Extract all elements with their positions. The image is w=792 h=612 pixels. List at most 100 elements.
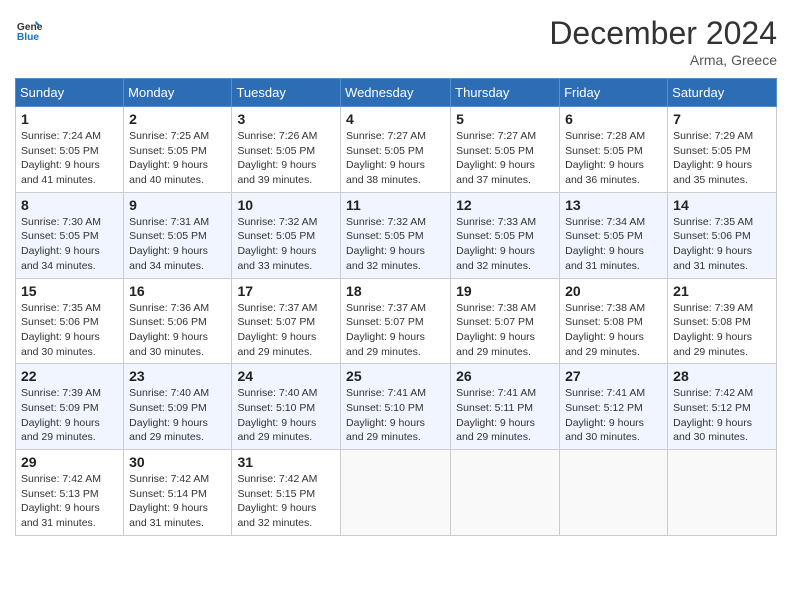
day-number: 27 xyxy=(565,368,662,384)
day-number: 9 xyxy=(129,197,226,213)
table-row: 26 Sunrise: 7:41 AMSunset: 5:11 PMDaylig… xyxy=(451,364,560,450)
day-info: Sunrise: 7:27 AMSunset: 5:05 PMDaylight:… xyxy=(346,130,426,186)
table-row: 6 Sunrise: 7:28 AMSunset: 5:05 PMDayligh… xyxy=(560,107,668,193)
header-tuesday: Tuesday xyxy=(232,79,341,107)
day-info: Sunrise: 7:36 AMSunset: 5:06 PMDaylight:… xyxy=(129,302,209,358)
table-row: 19 Sunrise: 7:38 AMSunset: 5:07 PMDaylig… xyxy=(451,278,560,364)
logo-icon: General Blue xyxy=(15,15,43,43)
day-info: Sunrise: 7:32 AMSunset: 5:05 PMDaylight:… xyxy=(346,216,426,272)
day-info: Sunrise: 7:30 AMSunset: 5:05 PMDaylight:… xyxy=(21,216,101,272)
table-row: 31 Sunrise: 7:42 AMSunset: 5:15 PMDaylig… xyxy=(232,450,341,536)
day-info: Sunrise: 7:35 AMSunset: 5:06 PMDaylight:… xyxy=(673,216,753,272)
day-info: Sunrise: 7:41 AMSunset: 5:11 PMDaylight:… xyxy=(456,387,536,443)
table-row: 14 Sunrise: 7:35 AMSunset: 5:06 PMDaylig… xyxy=(668,192,777,278)
table-row: 18 Sunrise: 7:37 AMSunset: 5:07 PMDaylig… xyxy=(341,278,451,364)
weekday-header-row: Sunday Monday Tuesday Wednesday Thursday… xyxy=(16,79,777,107)
day-info: Sunrise: 7:31 AMSunset: 5:05 PMDaylight:… xyxy=(129,216,209,272)
day-number: 16 xyxy=(129,283,226,299)
table-row: 10 Sunrise: 7:32 AMSunset: 5:05 PMDaylig… xyxy=(232,192,341,278)
day-number: 15 xyxy=(21,283,118,299)
day-number: 25 xyxy=(346,368,445,384)
table-row: 11 Sunrise: 7:32 AMSunset: 5:05 PMDaylig… xyxy=(341,192,451,278)
day-info: Sunrise: 7:40 AMSunset: 5:10 PMDaylight:… xyxy=(237,387,317,443)
day-number: 21 xyxy=(673,283,771,299)
table-row: 3 Sunrise: 7:26 AMSunset: 5:05 PMDayligh… xyxy=(232,107,341,193)
table-row: 20 Sunrise: 7:38 AMSunset: 5:08 PMDaylig… xyxy=(560,278,668,364)
title-block: December 2024 Arma, Greece xyxy=(549,15,777,68)
day-info: Sunrise: 7:41 AMSunset: 5:12 PMDaylight:… xyxy=(565,387,645,443)
day-info: Sunrise: 7:27 AMSunset: 5:05 PMDaylight:… xyxy=(456,130,536,186)
day-number: 20 xyxy=(565,283,662,299)
day-number: 13 xyxy=(565,197,662,213)
day-info: Sunrise: 7:41 AMSunset: 5:10 PMDaylight:… xyxy=(346,387,426,443)
day-info: Sunrise: 7:38 AMSunset: 5:08 PMDaylight:… xyxy=(565,302,645,358)
header-monday: Monday xyxy=(124,79,232,107)
table-row xyxy=(341,450,451,536)
day-number: 23 xyxy=(129,368,226,384)
day-info: Sunrise: 7:33 AMSunset: 5:05 PMDaylight:… xyxy=(456,216,536,272)
day-info: Sunrise: 7:35 AMSunset: 5:06 PMDaylight:… xyxy=(21,302,101,358)
day-info: Sunrise: 7:39 AMSunset: 5:09 PMDaylight:… xyxy=(21,387,101,443)
table-row: 5 Sunrise: 7:27 AMSunset: 5:05 PMDayligh… xyxy=(451,107,560,193)
table-row: 22 Sunrise: 7:39 AMSunset: 5:09 PMDaylig… xyxy=(16,364,124,450)
day-number: 10 xyxy=(237,197,335,213)
day-number: 14 xyxy=(673,197,771,213)
day-number: 5 xyxy=(456,111,554,127)
day-number: 12 xyxy=(456,197,554,213)
day-info: Sunrise: 7:26 AMSunset: 5:05 PMDaylight:… xyxy=(237,130,317,186)
day-info: Sunrise: 7:32 AMSunset: 5:05 PMDaylight:… xyxy=(237,216,317,272)
table-row: 21 Sunrise: 7:39 AMSunset: 5:08 PMDaylig… xyxy=(668,278,777,364)
day-number: 26 xyxy=(456,368,554,384)
day-number: 29 xyxy=(21,454,118,470)
day-number: 24 xyxy=(237,368,335,384)
svg-text:Blue: Blue xyxy=(17,32,40,43)
day-info: Sunrise: 7:39 AMSunset: 5:08 PMDaylight:… xyxy=(673,302,753,358)
table-row: 16 Sunrise: 7:36 AMSunset: 5:06 PMDaylig… xyxy=(124,278,232,364)
day-number: 17 xyxy=(237,283,335,299)
day-info: Sunrise: 7:37 AMSunset: 5:07 PMDaylight:… xyxy=(237,302,317,358)
month-title: December 2024 xyxy=(549,15,777,52)
header: General Blue December 2024 Arma, Greece xyxy=(15,15,777,68)
day-info: Sunrise: 7:42 AMSunset: 5:15 PMDaylight:… xyxy=(237,473,317,529)
day-info: Sunrise: 7:38 AMSunset: 5:07 PMDaylight:… xyxy=(456,302,536,358)
header-thursday: Thursday xyxy=(451,79,560,107)
day-number: 11 xyxy=(346,197,445,213)
day-info: Sunrise: 7:34 AMSunset: 5:05 PMDaylight:… xyxy=(565,216,645,272)
table-row: 24 Sunrise: 7:40 AMSunset: 5:10 PMDaylig… xyxy=(232,364,341,450)
table-row: 2 Sunrise: 7:25 AMSunset: 5:05 PMDayligh… xyxy=(124,107,232,193)
header-saturday: Saturday xyxy=(668,79,777,107)
table-row: 28 Sunrise: 7:42 AMSunset: 5:12 PMDaylig… xyxy=(668,364,777,450)
day-number: 31 xyxy=(237,454,335,470)
table-row xyxy=(668,450,777,536)
day-info: Sunrise: 7:24 AMSunset: 5:05 PMDaylight:… xyxy=(21,130,101,186)
day-number: 30 xyxy=(129,454,226,470)
table-row: 9 Sunrise: 7:31 AMSunset: 5:05 PMDayligh… xyxy=(124,192,232,278)
day-number: 1 xyxy=(21,111,118,127)
table-row: 13 Sunrise: 7:34 AMSunset: 5:05 PMDaylig… xyxy=(560,192,668,278)
table-row: 27 Sunrise: 7:41 AMSunset: 5:12 PMDaylig… xyxy=(560,364,668,450)
table-row: 4 Sunrise: 7:27 AMSunset: 5:05 PMDayligh… xyxy=(341,107,451,193)
table-row: 17 Sunrise: 7:37 AMSunset: 5:07 PMDaylig… xyxy=(232,278,341,364)
day-info: Sunrise: 7:37 AMSunset: 5:07 PMDaylight:… xyxy=(346,302,426,358)
header-wednesday: Wednesday xyxy=(341,79,451,107)
day-info: Sunrise: 7:42 AMSunset: 5:13 PMDaylight:… xyxy=(21,473,101,529)
day-info: Sunrise: 7:25 AMSunset: 5:05 PMDaylight:… xyxy=(129,130,209,186)
table-row: 7 Sunrise: 7:29 AMSunset: 5:05 PMDayligh… xyxy=(668,107,777,193)
header-friday: Friday xyxy=(560,79,668,107)
day-info: Sunrise: 7:28 AMSunset: 5:05 PMDaylight:… xyxy=(565,130,645,186)
location: Arma, Greece xyxy=(549,52,777,68)
table-row xyxy=(560,450,668,536)
logo: General Blue xyxy=(15,15,43,43)
day-info: Sunrise: 7:29 AMSunset: 5:05 PMDaylight:… xyxy=(673,130,753,186)
day-number: 2 xyxy=(129,111,226,127)
table-row: 23 Sunrise: 7:40 AMSunset: 5:09 PMDaylig… xyxy=(124,364,232,450)
table-row: 12 Sunrise: 7:33 AMSunset: 5:05 PMDaylig… xyxy=(451,192,560,278)
table-row: 30 Sunrise: 7:42 AMSunset: 5:14 PMDaylig… xyxy=(124,450,232,536)
day-number: 19 xyxy=(456,283,554,299)
day-number: 3 xyxy=(237,111,335,127)
header-sunday: Sunday xyxy=(16,79,124,107)
day-number: 28 xyxy=(673,368,771,384)
table-row: 15 Sunrise: 7:35 AMSunset: 5:06 PMDaylig… xyxy=(16,278,124,364)
calendar-table: Sunday Monday Tuesday Wednesday Thursday… xyxy=(15,78,777,536)
day-number: 22 xyxy=(21,368,118,384)
